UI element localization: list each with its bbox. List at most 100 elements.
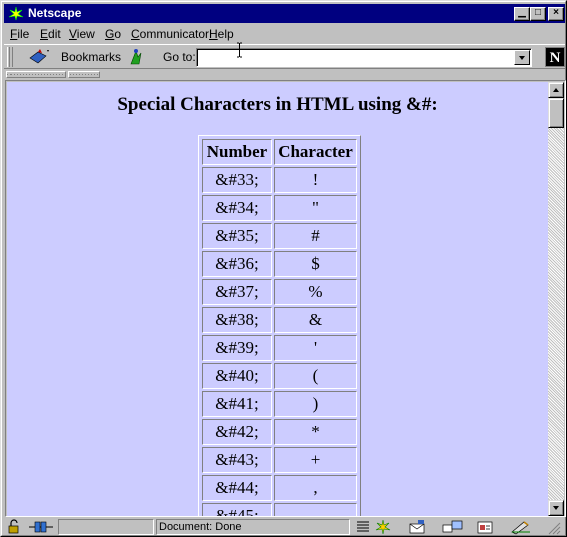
minimize-button[interactable]: ▁ bbox=[514, 7, 530, 21]
character-cell: ' bbox=[274, 335, 357, 361]
menu-edit[interactable]: Edit bbox=[40, 27, 61, 41]
number-cell: &#44; bbox=[202, 475, 272, 501]
close-button[interactable]: × bbox=[548, 7, 564, 21]
table-row: &#41;) bbox=[202, 391, 357, 417]
table-row: &#38; & bbox=[202, 307, 357, 333]
status-bar: Document: Done bbox=[4, 518, 565, 536]
character-cell: ( bbox=[274, 363, 357, 389]
scroll-thumb[interactable] bbox=[548, 98, 564, 128]
menu-communicator-label: ommunicator bbox=[139, 27, 210, 41]
window-title: Netscape bbox=[28, 6, 82, 20]
location-toolbar: Bookmarks Go to: N bbox=[4, 44, 565, 69]
netscape-n-icon: N bbox=[549, 50, 561, 66]
menu-view-label: iew bbox=[76, 27, 95, 41]
menu-help[interactable]: Help bbox=[209, 27, 234, 41]
menu-go[interactable]: Go bbox=[105, 27, 121, 41]
security-lock-icon[interactable] bbox=[6, 519, 24, 535]
character-cell: & bbox=[274, 307, 357, 333]
menu-help-label: elp bbox=[217, 27, 234, 41]
navigator-icon[interactable] bbox=[374, 519, 392, 535]
number-cell: &#35; bbox=[202, 223, 272, 249]
character-cell: ! bbox=[274, 167, 357, 193]
menu-communicator[interactable]: Communicator bbox=[131, 27, 209, 41]
character-cell: % bbox=[274, 279, 357, 305]
menu-help-accel: H bbox=[209, 27, 218, 41]
menu-view-accel: V bbox=[69, 27, 77, 41]
character-cell: * bbox=[274, 419, 357, 445]
number-cell: &#38; bbox=[202, 307, 272, 333]
discussion-icon[interactable] bbox=[442, 519, 464, 535]
connection-icon bbox=[29, 521, 53, 533]
number-cell: &#42; bbox=[202, 419, 272, 445]
number-cell: &#33; bbox=[202, 167, 272, 193]
header-number: Number bbox=[202, 139, 272, 165]
personal-toolbar-tab[interactable] bbox=[68, 71, 100, 78]
menu-file-label: ile bbox=[17, 27, 30, 41]
menu-edit-label: dit bbox=[48, 27, 61, 41]
table-row: &#42; * bbox=[202, 419, 357, 445]
table-row: &#33;! bbox=[202, 167, 357, 193]
scroll-down-button[interactable] bbox=[548, 500, 564, 516]
character-cell: $ bbox=[274, 251, 357, 277]
bookmarks-button[interactable]: Bookmarks bbox=[61, 50, 121, 64]
page-content: Special Characters in HTML using &#: Num… bbox=[7, 82, 548, 516]
location-input[interactable] bbox=[196, 48, 532, 67]
number-cell: &#36; bbox=[202, 251, 272, 277]
number-cell: &#45; bbox=[202, 503, 272, 516]
character-cell: ) bbox=[274, 391, 357, 417]
collapsed-toolbar-strip bbox=[4, 70, 565, 79]
progress-bar bbox=[58, 519, 154, 535]
whats-related-icon[interactable] bbox=[128, 48, 144, 66]
instant-message-icon[interactable] bbox=[510, 519, 532, 535]
menu-bar: File Edit View Go Communicator Help bbox=[4, 24, 565, 43]
vertical-scrollbar[interactable] bbox=[548, 82, 564, 516]
menu-communicator-accel: C bbox=[131, 27, 140, 41]
character-cell: , bbox=[274, 475, 357, 501]
character-cell: " bbox=[274, 195, 357, 221]
menu-view[interactable]: View bbox=[69, 27, 95, 41]
characters-table: Number Character &#33;! &#34; " &#35; # &#… bbox=[198, 135, 361, 516]
table-row: &#35; # bbox=[202, 223, 357, 249]
character-cell: + bbox=[274, 447, 357, 473]
bookmarks-icon[interactable] bbox=[28, 48, 52, 66]
character-cell: - bbox=[274, 503, 357, 516]
table-header-row: Number Character bbox=[202, 139, 357, 165]
composer-icon[interactable] bbox=[476, 519, 494, 535]
netscape-logo-button[interactable]: N bbox=[545, 47, 565, 67]
mail-icon[interactable] bbox=[408, 519, 426, 535]
close-icon: × bbox=[553, 7, 559, 18]
window-frame: Netscape ▁ □ × File Edit View Go Communi… bbox=[1, 1, 566, 536]
resize-grip-icon[interactable] bbox=[545, 519, 561, 535]
number-cell: &#39; bbox=[202, 335, 272, 361]
toolbar-grip[interactable] bbox=[7, 47, 13, 67]
number-cell: &#34; bbox=[202, 195, 272, 221]
number-cell: &#37; bbox=[202, 279, 272, 305]
minimize-icon: ▁ bbox=[518, 7, 526, 18]
scroll-up-button[interactable] bbox=[548, 82, 564, 98]
location-dropdown-button[interactable] bbox=[514, 50, 530, 65]
component-bar-grip-icon[interactable] bbox=[354, 519, 372, 535]
maximize-button[interactable]: □ bbox=[530, 7, 546, 21]
menu-file[interactable]: File bbox=[10, 27, 29, 41]
status-text: Document: Done bbox=[156, 519, 350, 535]
content-frame: Special Characters in HTML using &#: Num… bbox=[5, 80, 566, 517]
browser-window: Netscape ▁ □ × File Edit View Go Communi… bbox=[0, 0, 567, 537]
netscape-app-icon bbox=[8, 6, 24, 21]
number-cell: &#40; bbox=[202, 363, 272, 389]
title-bar[interactable]: Netscape ▁ □ × bbox=[4, 4, 565, 23]
maximize-icon: □ bbox=[534, 7, 542, 18]
menu-go-accel: G bbox=[105, 27, 115, 41]
table-row: &#34; " bbox=[202, 195, 357, 221]
header-character: Character bbox=[274, 139, 357, 165]
number-cell: &#43; bbox=[202, 447, 272, 473]
goto-label: Go to: bbox=[163, 50, 196, 64]
table-row: &#40;( bbox=[202, 363, 357, 389]
table-row: &#44;, bbox=[202, 475, 357, 501]
table-row: &#37;% bbox=[202, 279, 357, 305]
page-heading: Special Characters in HTML using &#: bbox=[117, 94, 438, 115]
table-row: &#43; + bbox=[202, 447, 357, 473]
table-row: &#36; $ bbox=[202, 251, 357, 277]
menu-edit-accel: E bbox=[40, 27, 49, 41]
character-cell: # bbox=[274, 223, 357, 249]
navigation-toolbar-tab[interactable] bbox=[6, 71, 66, 78]
